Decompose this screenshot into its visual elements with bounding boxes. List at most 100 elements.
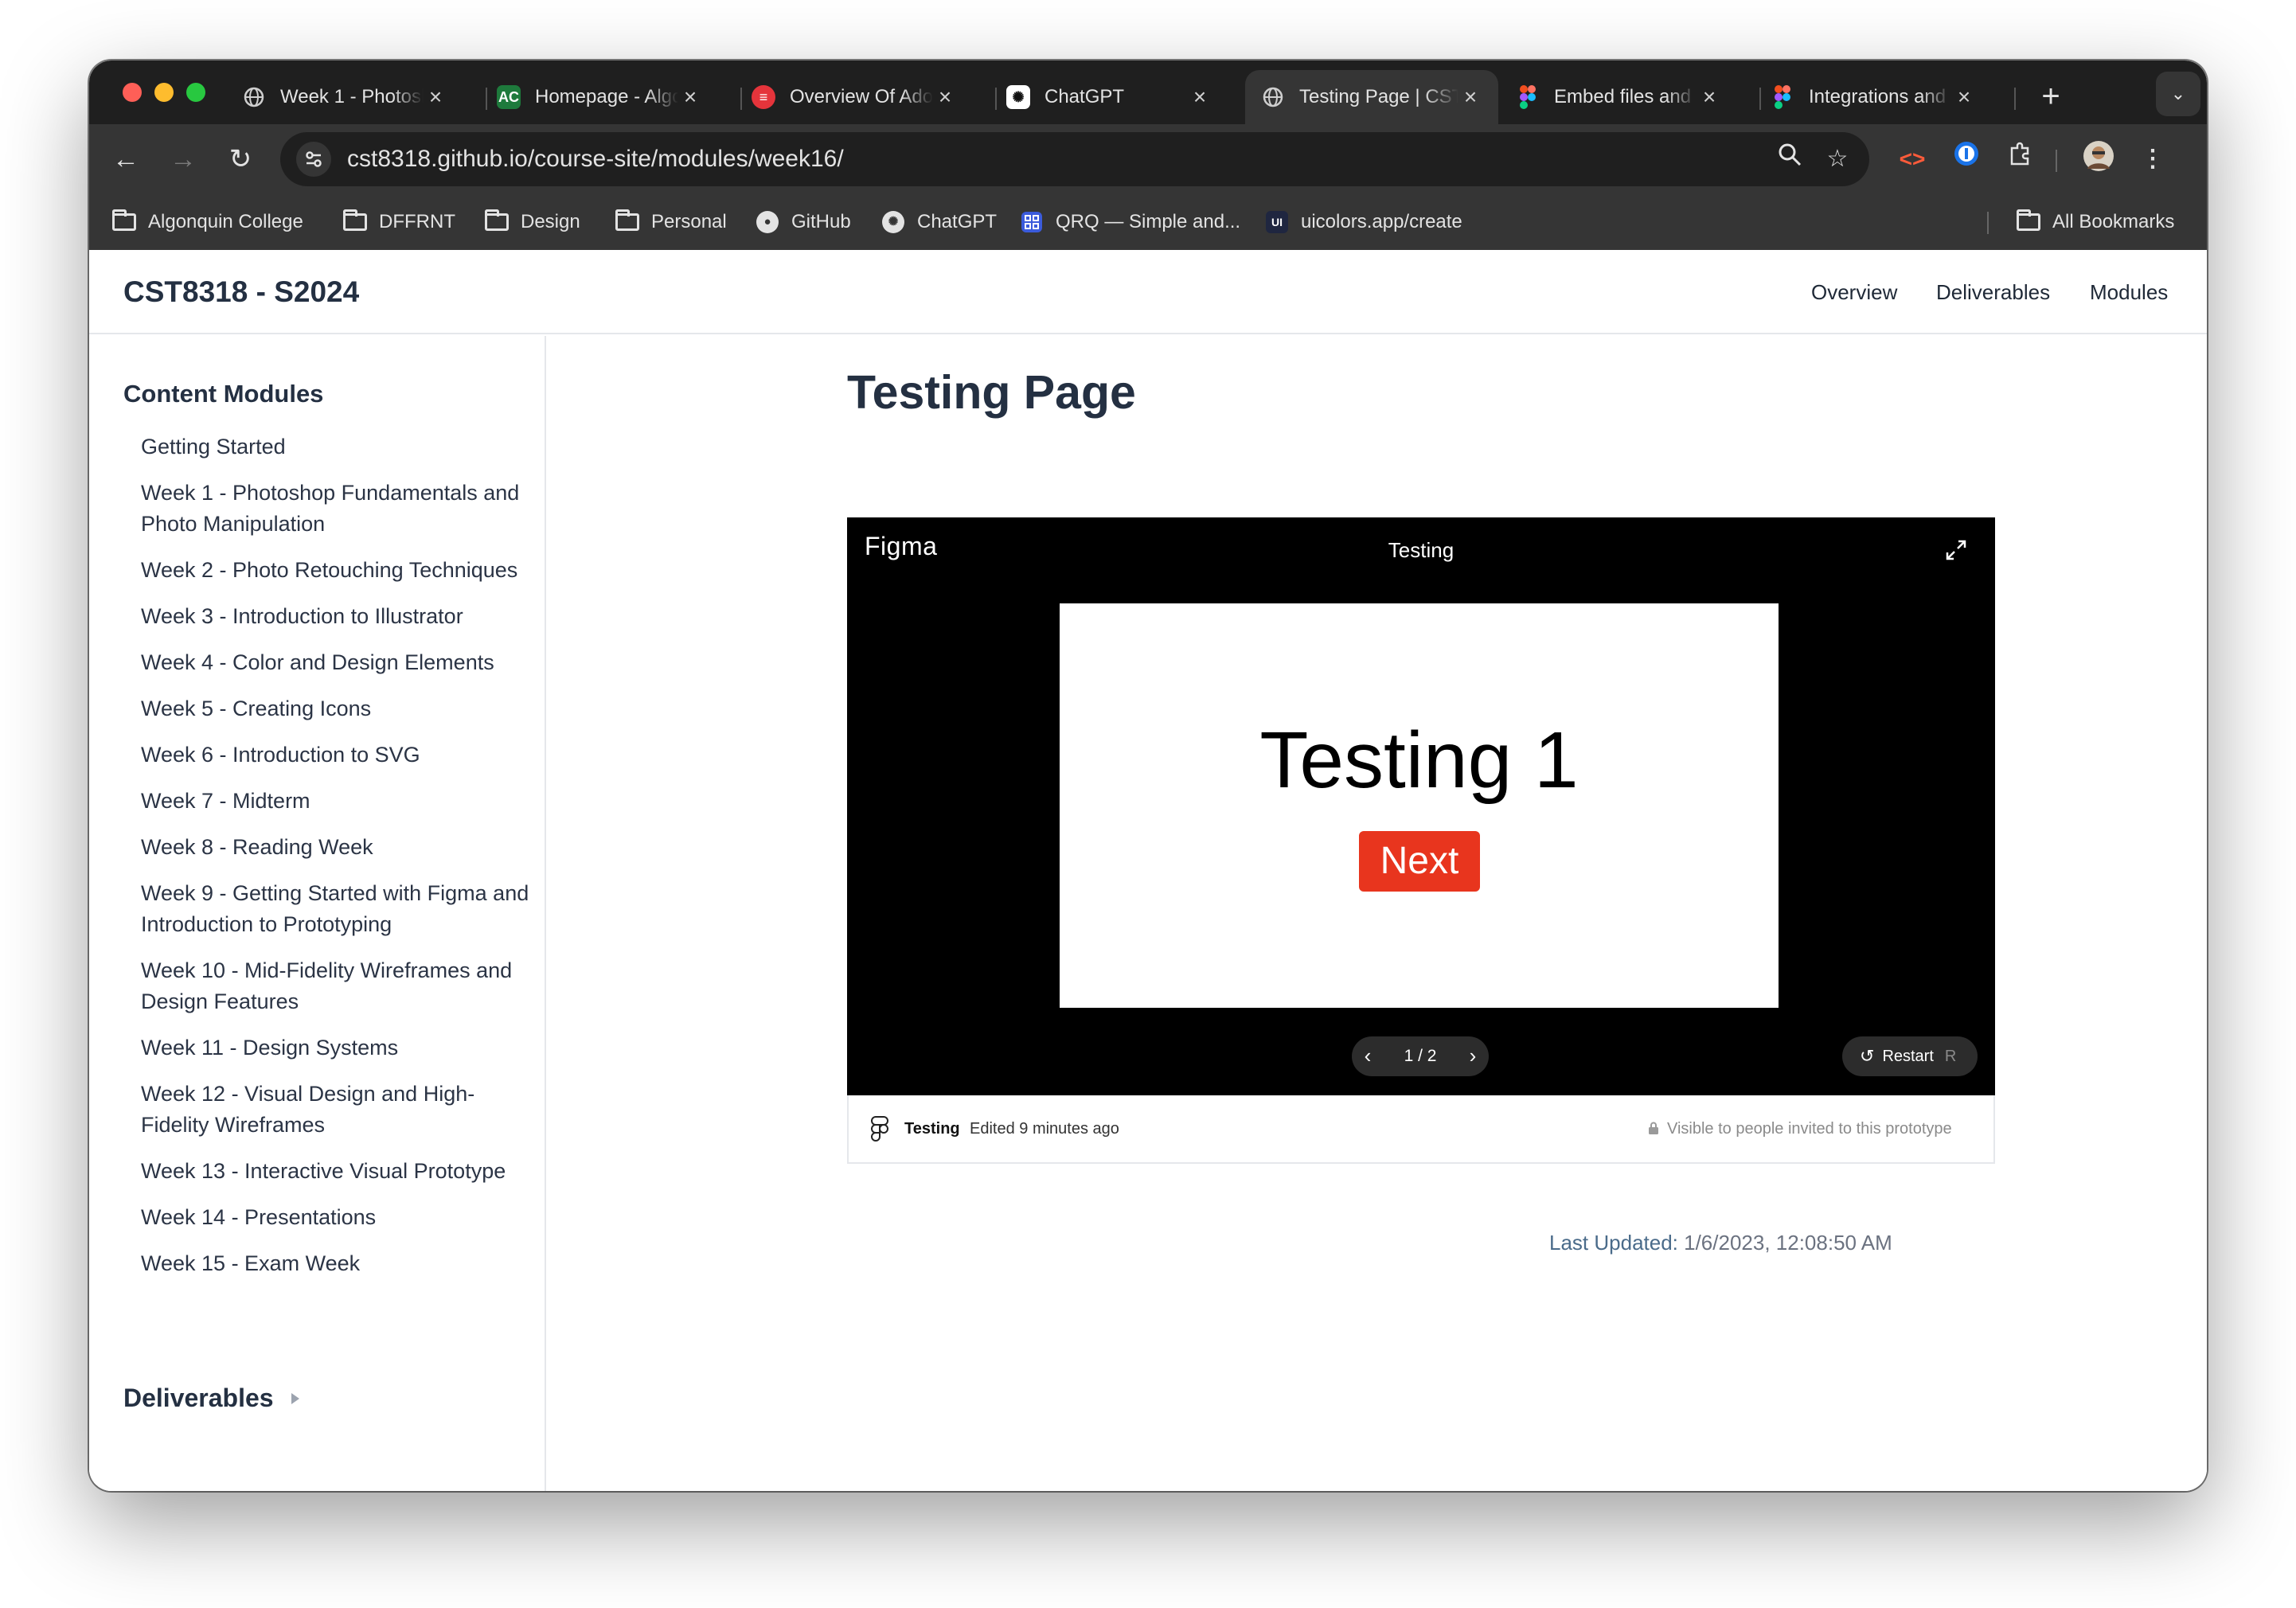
nav-overview[interactable]: Overview	[1811, 250, 1897, 334]
tab-title: Integrations and plugins	[1809, 86, 1952, 107]
extensions-puzzle-icon[interactable]	[2001, 140, 2040, 178]
sidebar-item-week-3[interactable]: Week 3 - Introduction to Illustrator	[141, 601, 531, 632]
github-icon: ●	[755, 211, 780, 233]
tab-week1[interactable]: Week 1 - Photoshop Fundamentals ×	[226, 70, 463, 124]
sidebar-item-week-5[interactable]: Week 5 - Creating Icons	[141, 693, 531, 724]
edited-time: Edited 9 minutes ago	[970, 1120, 1119, 1138]
tab-separator	[2014, 88, 2016, 110]
bookmark-label: All Bookmarks	[2052, 211, 2175, 232]
bookmark-label: Algonquin College	[148, 211, 303, 232]
sidebar-item-week-7[interactable]: Week 7 - Midterm	[141, 786, 531, 817]
code-extension-icon[interactable]: <>	[1893, 140, 1931, 178]
bookmark-dffrnt[interactable]: DFFRNT	[342, 194, 455, 250]
reload-button[interactable]: ↻	[218, 137, 263, 181]
ui-badge-icon: UI	[1264, 211, 1290, 233]
file-name[interactable]: Testing	[904, 1095, 960, 1162]
back-button[interactable]: ←	[103, 137, 148, 181]
prototype-title: Testing	[1388, 538, 1455, 562]
maximize-window-button[interactable]	[186, 83, 205, 102]
tab-testing-page[interactable]: Testing Page | CST8318 ×	[1245, 70, 1498, 124]
tab-chatgpt[interactable]: ✺ ChatGPT ×	[990, 70, 1228, 124]
bookmark-algonquin[interactable]: Algonquin College	[111, 194, 303, 250]
sidebar-heading: Content Modules	[123, 380, 324, 408]
all-bookmarks-button[interactable]: All Bookmarks	[2016, 194, 2174, 250]
folder-icon	[111, 209, 137, 233]
last-updated: Last Updated: 1/6/2023, 12:08:50 AM	[1549, 1231, 1892, 1255]
bookmark-label: ChatGPT	[917, 211, 998, 232]
sidebar-item-week-1[interactable]: Week 1 - Photoshop Fundamentals and Phot…	[141, 478, 531, 540]
prototype-frame: Testing 1 Next	[1060, 603, 1779, 1008]
next-frame-button[interactable]: ›	[1457, 1036, 1489, 1076]
bookmark-chatgpt[interactable]: ✺ ChatGPT	[881, 194, 997, 250]
address-bar[interactable]: cst8318.github.io/course-site/modules/we…	[280, 132, 1869, 186]
minimize-window-button[interactable]	[154, 83, 174, 102]
close-tab-icon[interactable]: ×	[1188, 84, 1212, 110]
password-manager-icon[interactable]	[1947, 140, 1986, 178]
nav-deliverables[interactable]: Deliverables	[1936, 250, 2050, 334]
chatgpt-icon: ✺	[1006, 85, 1030, 109]
next-button[interactable]: Next	[1359, 831, 1480, 892]
last-updated-label: Last Updated:	[1549, 1231, 1678, 1255]
site-title[interactable]: CST8318 - S2024	[123, 250, 359, 334]
bookmark-label: DFFRNT	[379, 211, 455, 232]
tab-algonquin[interactable]: AC Homepage - Algonquin College ×	[481, 70, 718, 124]
sidebar-item-week-10[interactable]: Week 10 - Mid-Fidelity Wireframes and De…	[141, 955, 531, 1017]
tab-title: Homepage - Algonquin College	[535, 86, 678, 107]
sidebar-item-week-12[interactable]: Week 12 - Visual Design and High-Fidelit…	[141, 1079, 531, 1141]
restart-button[interactable]: ↺ Restart R	[1842, 1036, 1978, 1076]
close-tab-icon[interactable]: ×	[1697, 84, 1721, 110]
previous-frame-button[interactable]: ‹	[1352, 1036, 1384, 1076]
sidebar-item-week-13[interactable]: Week 13 - Interactive Visual Prototype	[141, 1156, 531, 1187]
expand-icon[interactable]	[1944, 538, 1968, 562]
sidebar-item-week-4[interactable]: Week 4 - Color and Design Elements	[141, 647, 531, 678]
close-tab-icon[interactable]: ×	[1458, 84, 1482, 110]
bookmark-github[interactable]: ● GitHub	[755, 194, 851, 250]
tab-search-button[interactable]: ⌄	[2156, 72, 2200, 116]
embed-footer: Testing Edited 9 minutes ago Visible to …	[847, 1095, 1995, 1164]
folder-icon	[342, 209, 368, 233]
nav-modules[interactable]: Modules	[2090, 250, 2168, 334]
page-count: 1 / 2	[1404, 1047, 1437, 1065]
restart-label: Restart	[1882, 1047, 1934, 1065]
bookmark-label: uicolors.app/create	[1301, 211, 1462, 232]
ac-logo-icon: AC	[497, 85, 521, 109]
bookmark-design[interactable]: Design	[484, 194, 580, 250]
tab-embed-files[interactable]: Embed files and prototypes ×	[1500, 70, 1737, 124]
disclosure-triangle-icon	[291, 1392, 299, 1404]
close-window-button[interactable]	[123, 83, 142, 102]
tab-overview-adobe[interactable]: ≡ Overview Of Adobe ×	[736, 70, 973, 124]
zoom-icon[interactable]	[1772, 142, 1807, 177]
tab-title: Testing Page | CST8318	[1299, 86, 1458, 107]
sidebar-item-week-14[interactable]: Week 14 - Presentations	[141, 1202, 531, 1233]
sidebar-item-week-11[interactable]: Week 11 - Design Systems	[141, 1032, 531, 1064]
bookmark-label: QRQ — Simple and...	[1056, 211, 1241, 232]
sidebar-item-week-6[interactable]: Week 6 - Introduction to SVG	[141, 740, 531, 771]
sidebar-item-getting-started[interactable]: Getting Started	[141, 431, 531, 462]
bookmark-qrq[interactable]: QRQ — Simple and...	[1019, 194, 1240, 250]
close-tab-icon[interactable]: ×	[1952, 84, 1976, 110]
folder-icon	[484, 209, 510, 233]
avatar[interactable]	[2079, 140, 2118, 178]
tab-integrations[interactable]: Integrations and plugins ×	[1755, 70, 1992, 124]
url-text: cst8318.github.io/course-site/modules/we…	[347, 146, 844, 172]
figma-logo-icon	[871, 1116, 888, 1142]
close-tab-icon[interactable]: ×	[678, 84, 702, 110]
new-tab-button[interactable]: +	[2032, 78, 2070, 116]
deliverables-toggle[interactable]: Deliverables	[123, 1384, 299, 1413]
bookmark-star-icon[interactable]: ☆	[1820, 142, 1855, 177]
sidebar-item-week-8[interactable]: Week 8 - Reading Week	[141, 832, 531, 863]
more-menu-icon[interactable]: ⋮	[2134, 140, 2172, 178]
close-tab-icon[interactable]: ×	[933, 84, 957, 110]
bookmark-uicolors[interactable]: UI uicolors.app/create	[1264, 194, 1462, 250]
close-tab-icon[interactable]: ×	[424, 84, 447, 110]
folder-icon	[615, 209, 640, 233]
globe-icon	[1261, 85, 1285, 109]
deliverables-label: Deliverables	[123, 1384, 274, 1412]
sidebar-item-week-9[interactable]: Week 9 - Getting Started with Figma and …	[141, 878, 531, 940]
figma-embed[interactable]: Figma Testing Testing 1 Next ‹ 1 / 2 › ↺…	[847, 517, 1995, 1095]
sidebar-item-week-2[interactable]: Week 2 - Photo Retouching Techniques	[141, 555, 531, 586]
forward-button[interactable]: →	[161, 137, 205, 181]
bookmark-personal[interactable]: Personal	[615, 194, 727, 250]
sidebar-item-week-15[interactable]: Week 15 - Exam Week	[141, 1248, 531, 1279]
site-settings-icon[interactable]	[296, 142, 331, 177]
